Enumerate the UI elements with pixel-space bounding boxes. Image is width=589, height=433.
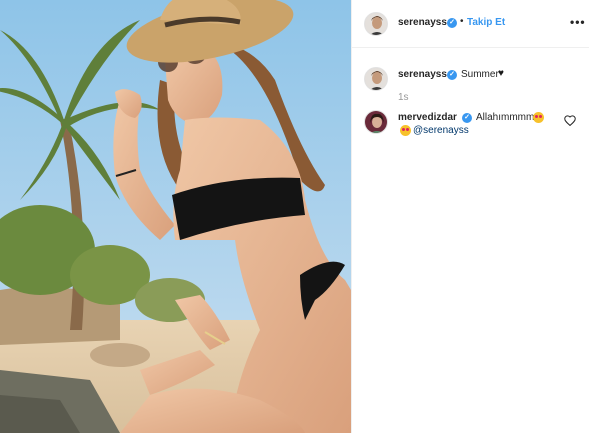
commenter-username[interactable]: mervedizdar [398, 112, 457, 123]
heart-outline-icon[interactable] [564, 115, 576, 126]
verified-badge-icon: ✓ [447, 18, 457, 28]
black-heart-icon: ♥ [498, 68, 504, 79]
author-avatar-image [365, 13, 387, 35]
author-avatar[interactable] [364, 12, 388, 36]
post-photo-image [0, 0, 351, 433]
caption-timestamp[interactable]: 1s [398, 92, 409, 103]
verified-badge-icon: ✓ [462, 113, 472, 123]
follow-button[interactable]: Takip Et [467, 17, 505, 28]
caption-avatar[interactable] [364, 67, 388, 91]
comment-text: Allahımmmm [476, 112, 535, 123]
header-separator: • [460, 16, 464, 27]
commenter-avatar-image [365, 111, 387, 133]
verified-badge-icon: ✓ [447, 70, 457, 80]
post-photo[interactable] [0, 0, 351, 433]
commenter-avatar[interactable] [364, 110, 388, 134]
heart-eyes-emoji-icon [400, 125, 411, 136]
heart-eyes-emoji-icon [533, 112, 544, 123]
author-username[interactable]: serenayss [398, 17, 447, 28]
caption-text: Summer [461, 69, 499, 80]
caption-avatar-image [365, 68, 387, 90]
post-sidebar: serenayss ✓ • Takip Et ••• serenayss ✓ S… [351, 0, 589, 433]
post-header: serenayss ✓ • Takip Et ••• [352, 0, 589, 48]
more-options-icon[interactable]: ••• [570, 15, 586, 29]
caption-username[interactable]: serenayss [398, 69, 447, 80]
comment-mention[interactable]: @serenayss [413, 125, 469, 136]
instagram-post-view: serenayss ✓ • Takip Et ••• serenayss ✓ S… [0, 0, 589, 433]
